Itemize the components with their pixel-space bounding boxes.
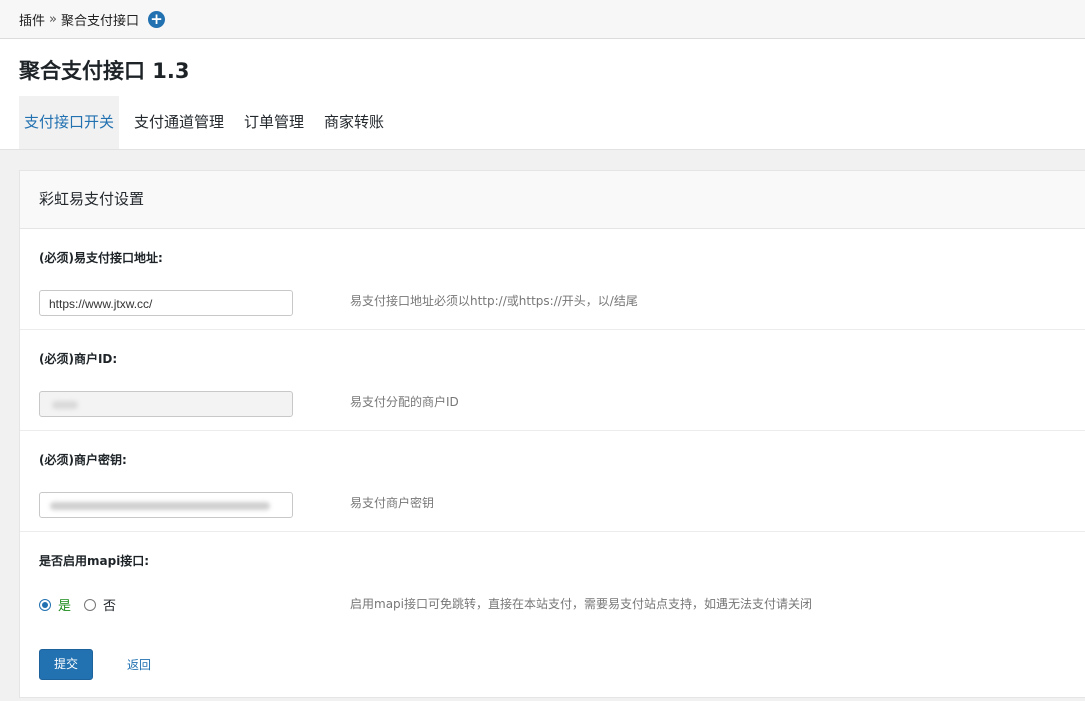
breadcrumb-separator: » — [49, 12, 57, 27]
top-bar: 插件 » 聚合支付接口 + — [0, 0, 1085, 39]
form-row-merchant-id: (必须)商户ID: 易支付分配的商户ID — [20, 330, 1085, 431]
radio-no-label[interactable]: 否 — [103, 595, 116, 614]
radio-yes[interactable] — [39, 598, 51, 611]
redacted-value — [52, 401, 78, 409]
field-label: (必须)易支付接口地址: — [39, 251, 163, 265]
submit-button[interactable]: 提交 — [39, 649, 93, 680]
field-label: 是否启用mapi接口: — [39, 554, 150, 568]
merchant-id-input[interactable] — [39, 391, 293, 417]
breadcrumb: 插件 » 聚合支付接口 + — [19, 10, 165, 29]
settings-panel: 彩虹易支付设置 (必须)易支付接口地址: https://www.jtxw.cc… — [19, 170, 1085, 698]
field-hint: 易支付分配的商户ID — [350, 395, 459, 409]
tab-order-management[interactable]: 订单管理 — [239, 96, 309, 149]
form-row-api-url: (必须)易支付接口地址: https://www.jtxw.cc/ 易支付接口地… — [20, 229, 1085, 330]
api-url-input[interactable]: https://www.jtxw.cc/ — [39, 290, 293, 316]
field-label: (必须)商户ID: — [39, 352, 118, 366]
tab-payment-switch[interactable]: 支付接口开关 — [19, 96, 120, 149]
breadcrumb-parent[interactable]: 插件 — [19, 10, 45, 29]
radio-no[interactable] — [84, 598, 97, 611]
field-hint: 易支付商户密钥 — [350, 496, 435, 510]
field-label: (必须)商户密钥: — [39, 453, 127, 467]
merchant-key-input[interactable] — [39, 492, 293, 518]
form-row-merchant-key: (必须)商户密钥: 易支付商户密钥 — [20, 431, 1085, 532]
tab-channel-management[interactable]: 支付通道管理 — [129, 96, 229, 149]
mapi-radio-group: 是 否 — [39, 595, 116, 614]
tab-merchant-transfer[interactable]: 商家转账 — [319, 96, 389, 149]
radio-yes-label[interactable]: 是 — [58, 595, 71, 614]
form-row-mapi: 是否启用mapi接口: 是 否 启用mapi接口可免跳转，直接在本站支付，需要易… — [20, 532, 1085, 634]
tab-bar: 支付接口开关 支付通道管理 订单管理 商家转账 — [19, 96, 399, 149]
page-title: 聚合支付接口 1.3 — [19, 59, 190, 83]
breadcrumb-current: 聚合支付接口 — [60, 14, 139, 29]
form-actions: 提交 返回 — [39, 649, 151, 680]
plus-circle-icon[interactable]: + — [148, 11, 165, 28]
field-hint: 易支付接口地址必须以http://或https://开头，以/结尾 — [350, 294, 638, 308]
redacted-value — [50, 502, 270, 510]
page-header: 聚合支付接口 1.3 支付接口开关 支付通道管理 订单管理 商家转账 — [0, 39, 1085, 150]
panel-title: 彩虹易支付设置 — [20, 171, 1085, 229]
back-link[interactable]: 返回 — [127, 656, 151, 673]
field-hint: 启用mapi接口可免跳转，直接在本站支付，需要易支付站点支持，如遇无法支付请关闭 — [350, 597, 812, 611]
